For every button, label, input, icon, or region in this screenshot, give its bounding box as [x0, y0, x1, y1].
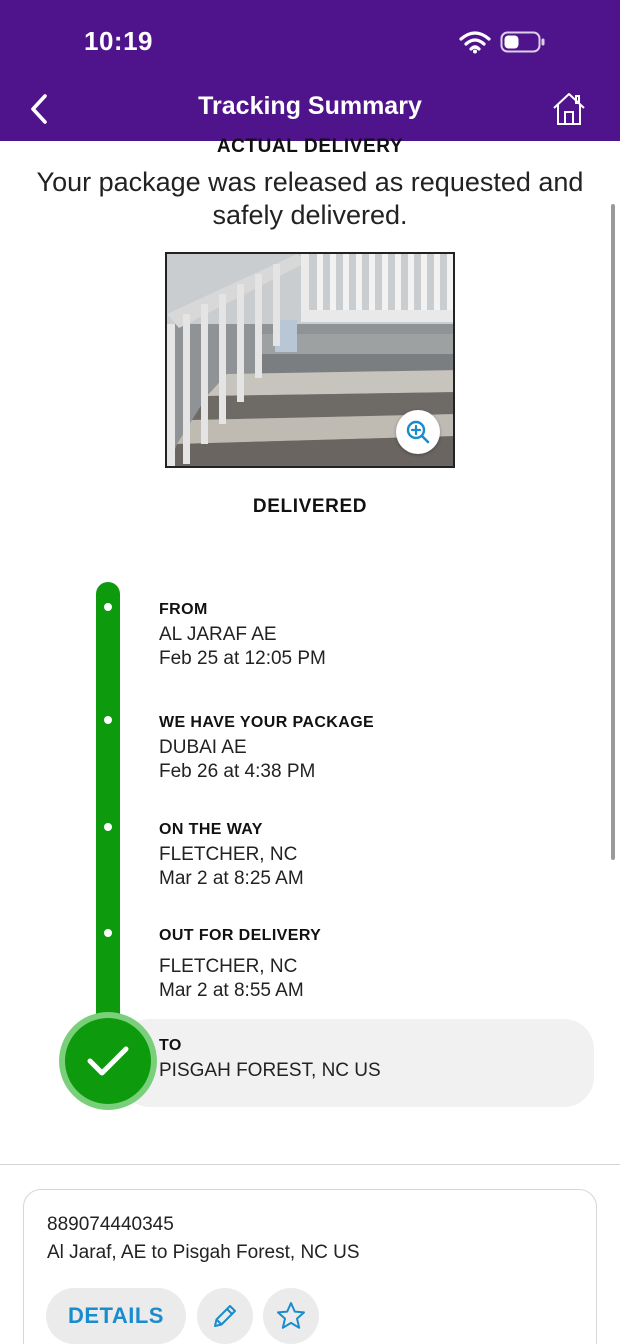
timeline-event-in-transit: ON THE WAY FLETCHER, NC Mar 2 at 8:25 AM — [159, 817, 304, 891]
edit-button[interactable] — [197, 1288, 253, 1344]
shipment-route: Al Jaraf, AE to Pisgah Forest, NC US — [47, 1242, 360, 1263]
details-button[interactable]: DETAILS — [46, 1288, 186, 1344]
zoom-in-icon — [406, 420, 430, 444]
timeline-dot — [104, 929, 112, 937]
app-header: 10:19 Tracking Summary — [0, 0, 620, 141]
event-location: FLETCHER, NC — [159, 844, 298, 865]
event-time: Mar 2 at 8:55 AM — [159, 980, 304, 1001]
timeline-dot — [104, 716, 112, 724]
checkmark-icon — [87, 1046, 129, 1076]
scrollbar[interactable] — [611, 204, 615, 860]
zoom-photo-button[interactable] — [396, 410, 440, 454]
timeline-event-out-for-delivery: OUT FOR DELIVERY FLETCHER, NC Mar 2 at 8… — [159, 923, 321, 1003]
delivery-status: DELIVERED — [252, 496, 368, 517]
event-title: TO — [159, 1037, 182, 1054]
shipment-card: 889074440345 Al Jaraf, AE to Pisgah Fore… — [23, 1189, 597, 1344]
pencil-icon — [214, 1305, 236, 1327]
battery-icon — [500, 31, 545, 53]
home-button[interactable] — [550, 90, 588, 128]
star-icon — [277, 1302, 305, 1329]
section-label: ACTUAL DELIVERY — [216, 136, 404, 157]
timeline-dot — [104, 603, 112, 611]
timeline-event-to: TO PISGAH FOREST, NC US — [159, 1033, 381, 1083]
timeline-dot — [104, 823, 112, 831]
status-bar-time: 10:19 — [84, 26, 153, 56]
event-title: OUT FOR DELIVERY — [159, 927, 322, 944]
event-location: FLETCHER, NC — [159, 956, 298, 977]
home-icon — [553, 93, 585, 125]
event-location: PISGAH FOREST, NC US — [159, 1060, 381, 1081]
delivery-message: Your package was released as requested a… — [36, 167, 584, 230]
wifi-icon — [459, 31, 491, 54]
event-location: DUBAI AE — [159, 737, 247, 758]
delivered-check-badge — [65, 1018, 151, 1104]
event-time: Feb 26 at 4:38 PM — [159, 761, 316, 782]
event-time: Mar 2 at 8:25 AM — [159, 868, 304, 889]
page-title: Tracking Summary — [198, 92, 422, 120]
timeline-event-received: WE HAVE YOUR PACKAGE DUBAI AE Feb 26 at … — [159, 710, 374, 784]
section-divider — [0, 1164, 620, 1165]
tracking-number: 889074440345 — [47, 1214, 174, 1235]
event-title: FROM — [159, 601, 208, 618]
event-time: Feb 25 at 12:05 PM — [159, 648, 326, 669]
event-location: AL JARAF AE — [159, 624, 277, 645]
timeline-event-from: FROM AL JARAF AE Feb 25 at 12:05 PM — [159, 597, 326, 671]
event-title: WE HAVE YOUR PACKAGE — [159, 714, 375, 731]
favorite-button[interactable] — [263, 1288, 319, 1344]
event-title: ON THE WAY — [159, 821, 263, 838]
